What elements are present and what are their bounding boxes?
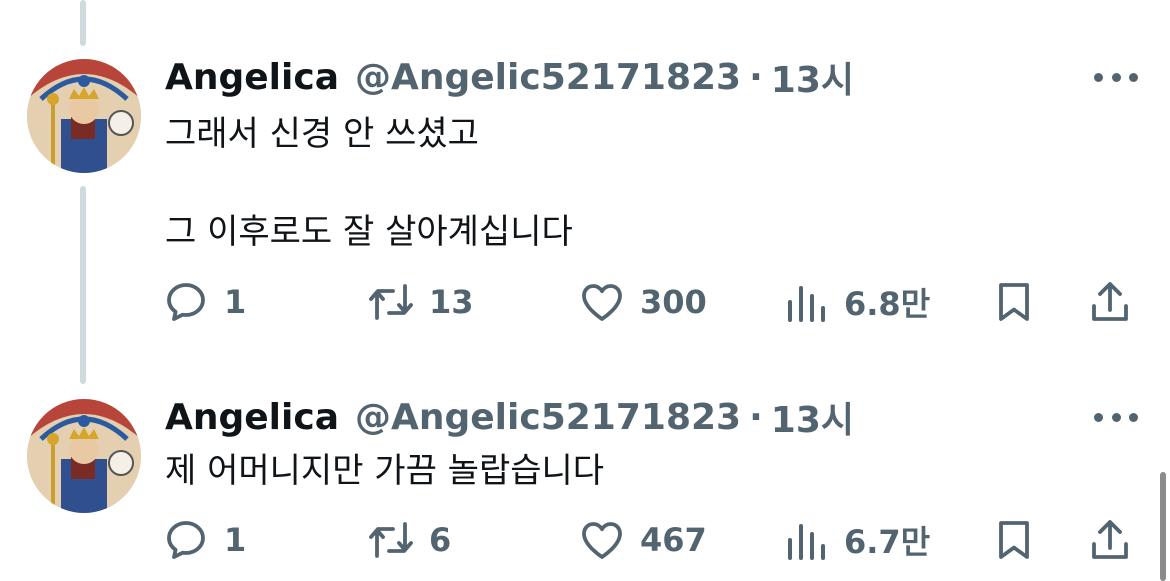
like-button[interactable]: 467: [578, 514, 707, 566]
like-icon: [582, 522, 622, 559]
timestamp[interactable]: 13시: [771, 51, 854, 103]
avatar[interactable]: [27, 59, 141, 173]
reply-icon: [167, 521, 205, 559]
retweet-icon: [369, 522, 413, 558]
separator-dot: ·: [749, 56, 763, 98]
retweet-count: 13: [429, 283, 474, 321]
tweet-text-line: 그 이후로도 잘 살아계십니다: [165, 212, 573, 252]
retweet-button[interactable]: 6: [367, 514, 451, 566]
share-button[interactable]: [1086, 514, 1134, 566]
author-name[interactable]: Angelica: [165, 397, 339, 438]
views-button[interactable]: 6.8만: [782, 276, 930, 328]
retweet-button[interactable]: 13: [367, 276, 474, 328]
like-count: 300: [640, 283, 707, 321]
tweet-actions: 1 6 467 6.7만: [162, 514, 1140, 566]
retweet-icon: [369, 284, 413, 320]
more-icon[interactable]: [1094, 67, 1138, 87]
author-handle[interactable]: @Angelic52171823: [355, 397, 741, 438]
reply-icon: [167, 283, 205, 321]
thread-line-middle: [80, 186, 86, 384]
avatar[interactable]: [27, 399, 141, 513]
thread-line-top: [80, 0, 86, 46]
views-button[interactable]: 6.7만: [782, 514, 930, 566]
avatar-image: [27, 399, 141, 513]
separator-dot: ·: [749, 396, 763, 438]
views-count: 6.8만: [844, 285, 931, 323]
bookmark-button[interactable]: [990, 514, 1038, 566]
more-icon[interactable]: [1094, 407, 1138, 427]
like-icon: [582, 284, 622, 321]
reply-count: 1: [224, 521, 247, 559]
like-count: 467: [640, 521, 707, 559]
bookmark-icon: [999, 283, 1029, 321]
reply-count: 1: [224, 283, 247, 321]
share-button[interactable]: [1086, 276, 1134, 328]
author-handle[interactable]: @Angelic52171823: [355, 57, 741, 98]
reply-button[interactable]: 1: [162, 514, 246, 566]
views-count: 6.7만: [844, 523, 931, 561]
scrollbar[interactable]: [1160, 472, 1166, 581]
retweet-count: 6: [429, 521, 452, 559]
views-icon: [788, 286, 825, 322]
bookmark-button[interactable]: [990, 276, 1038, 328]
share-icon: [1092, 520, 1128, 559]
share-icon: [1092, 282, 1128, 321]
avatar-image: [27, 59, 141, 173]
tweet-actions: 1 13 300 6.8만: [162, 276, 1140, 328]
timestamp[interactable]: 13시: [771, 391, 854, 443]
tweet-header: Angelica @Angelic52171823 · 13시: [165, 51, 854, 103]
reply-button[interactable]: 1: [162, 276, 246, 328]
tweet-text-line: 그래서 신경 안 쓰셨고: [165, 114, 479, 154]
like-button[interactable]: 300: [578, 276, 707, 328]
bookmark-icon: [999, 521, 1029, 559]
views-icon: [788, 524, 825, 560]
tweet-text-line: 제 어머니지만 가끔 놀랍습니다: [165, 451, 605, 491]
tweet-header: Angelica @Angelic52171823 · 13시: [165, 391, 854, 443]
author-name[interactable]: Angelica: [165, 57, 339, 98]
